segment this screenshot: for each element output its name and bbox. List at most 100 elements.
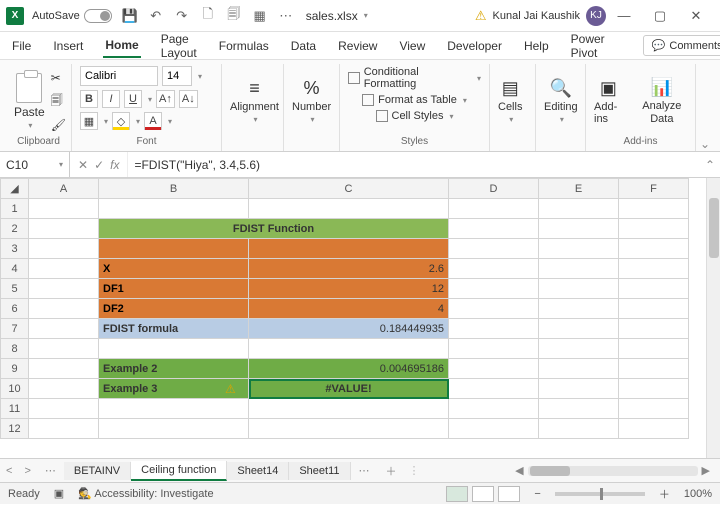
format-painter-icon[interactable]: 🖌 — [51, 118, 66, 132]
comments-button[interactable]: 💬 Comments — [643, 35, 720, 56]
analyze-data-button[interactable]: 📊Analyze Data — [637, 77, 687, 124]
underline-button[interactable]: U — [124, 90, 142, 108]
cell-ex2-label[interactable]: Example 2 — [99, 359, 249, 379]
fx-icon[interactable]: fx — [110, 158, 119, 172]
format-as-table-button[interactable]: Format as Table▾ — [362, 94, 467, 106]
tab-file[interactable]: File — [10, 35, 33, 57]
maximize-button[interactable]: ▢ — [642, 8, 678, 24]
cell-formula-val[interactable]: 0.184449935 — [249, 319, 449, 339]
tab-insert[interactable]: Insert — [51, 35, 85, 57]
ribbon-collapse-button[interactable]: ⌄ — [696, 64, 714, 151]
cell-styles-button[interactable]: Cell Styles▾ — [376, 110, 454, 122]
col-header-F[interactable]: F — [619, 179, 689, 199]
autosave-toggle[interactable]: AutoSave — [32, 9, 112, 23]
tab-data[interactable]: Data — [289, 35, 318, 57]
increase-font-button[interactable]: A↑ — [156, 90, 175, 108]
col-header-D[interactable]: D — [449, 179, 539, 199]
close-button[interactable]: ✕ — [678, 8, 714, 24]
sheet-nav-next[interactable]: > — [18, 465, 36, 477]
alignment-button[interactable]: ≡Alignment▾ — [230, 78, 279, 124]
tab-page-layout[interactable]: Page Layout — [159, 28, 199, 64]
font-color-button[interactable]: A — [144, 112, 162, 130]
cell-df1-val[interactable]: 12 — [249, 279, 449, 299]
cell-x-label[interactable]: X — [99, 259, 249, 279]
qat-icon-3[interactable]: ▦ — [252, 8, 268, 24]
tab-review[interactable]: Review — [336, 35, 379, 57]
view-page-layout-button[interactable] — [472, 486, 494, 502]
redo-icon[interactable]: ↷ — [174, 8, 190, 24]
save-icon[interactable]: 💾 — [122, 8, 138, 24]
macro-record-icon[interactable]: ▣ — [54, 487, 64, 500]
error-indicator-icon[interactable]: ⚠ — [225, 382, 236, 396]
zoom-level[interactable]: 100% — [684, 488, 712, 500]
addins-button[interactable]: ▣Add-ins — [594, 78, 623, 125]
tab-view[interactable]: View — [397, 35, 427, 57]
italic-button[interactable]: I — [102, 90, 120, 108]
row-header[interactable]: 1 — [1, 199, 29, 219]
row-header[interactable]: 7 — [1, 319, 29, 339]
bold-button[interactable]: B — [80, 90, 98, 108]
cell-ex3-val[interactable]: #VALUE! — [249, 379, 449, 399]
col-header-A[interactable]: A — [29, 179, 99, 199]
zoom-out-button[interactable]: − — [534, 488, 540, 500]
col-header-E[interactable]: E — [539, 179, 619, 199]
add-sheet-button[interactable]: ＋ — [378, 463, 405, 479]
sheet-more-icon[interactable]: ⋯ — [351, 464, 378, 477]
cell-ex2-val[interactable]: 0.004695186 — [249, 359, 449, 379]
fill-color-button[interactable]: ◇ — [112, 112, 130, 130]
name-box[interactable]: C10▾ — [0, 152, 70, 177]
cell-formula-label[interactable]: FDIST formula — [99, 319, 249, 339]
number-button[interactable]: %Number▾ — [292, 78, 331, 124]
enter-formula-icon[interactable]: ✓ — [94, 158, 104, 172]
cell-title[interactable]: FDIST Function — [99, 219, 449, 239]
sheet-overflow-icon[interactable]: ⋯ — [37, 464, 64, 477]
font-name-select[interactable] — [80, 66, 158, 86]
row-header[interactable]: 9 — [1, 359, 29, 379]
cells-button[interactable]: ▤Cells▾ — [498, 78, 522, 124]
row-header[interactable]: 2 — [1, 219, 29, 239]
expand-formula-bar-icon[interactable]: ⌃ — [700, 158, 720, 172]
vertical-scrollbar[interactable] — [706, 178, 720, 458]
horizontal-scrollbar[interactable]: ◀▶ — [424, 464, 720, 477]
paste-button[interactable]: Paste ▾ — [14, 73, 45, 130]
cut-icon[interactable]: ✂ — [51, 71, 66, 85]
qat-icon-2[interactable]: 🗐 — [226, 8, 242, 24]
accessibility-status[interactable]: 🕵 Accessibility: Investigate — [78, 487, 213, 500]
view-normal-button[interactable] — [446, 486, 468, 502]
row-header[interactable]: 5 — [1, 279, 29, 299]
qat-icon-1[interactable]: 🗋 — [200, 8, 216, 24]
row-header[interactable]: 10 — [1, 379, 29, 399]
tab-formulas[interactable]: Formulas — [217, 35, 271, 57]
borders-button[interactable]: ▦ — [80, 112, 98, 130]
row-header[interactable]: 3 — [1, 239, 29, 259]
cell-df1-label[interactable]: DF1 — [99, 279, 249, 299]
formula-input[interactable]: =FDIST("Hiya", 3.4,5.6) — [128, 158, 700, 172]
toggle-off-icon[interactable] — [84, 9, 112, 23]
row-header[interactable]: 8 — [1, 339, 29, 359]
font-size-select[interactable] — [162, 66, 192, 86]
conditional-formatting-button[interactable]: Conditional Formatting▾ — [348, 66, 481, 90]
sheet-tab[interactable]: Sheet11 — [289, 462, 350, 480]
cell-df2-label[interactable]: DF2 — [99, 299, 249, 319]
zoom-slider[interactable] — [555, 492, 645, 496]
filename[interactable]: sales.xlsx ▾ — [306, 9, 368, 23]
row-header[interactable]: 12 — [1, 419, 29, 439]
tab-help[interactable]: Help — [522, 35, 551, 57]
col-header-C[interactable]: C — [249, 179, 449, 199]
sheet-tab[interactable]: BETAINV — [64, 462, 131, 480]
sheet-nav-prev[interactable]: < — [0, 465, 18, 477]
copy-icon[interactable]: 🗐 — [51, 91, 66, 112]
minimize-button[interactable]: — — [606, 8, 642, 23]
tab-developer[interactable]: Developer — [445, 35, 504, 57]
tab-power-pivot[interactable]: Power Pivot — [569, 28, 607, 64]
sheet-tab[interactable]: Ceiling function — [131, 461, 227, 481]
col-header-B[interactable]: B — [99, 179, 249, 199]
qat-overflow-icon[interactable]: ⋯ — [278, 8, 294, 24]
cell-x-val[interactable]: 2.6 — [249, 259, 449, 279]
select-all-corner[interactable]: ◢ — [1, 179, 29, 199]
cell-df2-val[interactable]: 4 — [249, 299, 449, 319]
spreadsheet-grid[interactable]: ◢ A B C D E F 1 2FDIST Function 3 4X2.6 … — [0, 178, 720, 458]
editing-button[interactable]: 🔍Editing▾ — [544, 78, 578, 124]
cancel-formula-icon[interactable]: ✕ — [78, 158, 88, 172]
row-header[interactable]: 4 — [1, 259, 29, 279]
